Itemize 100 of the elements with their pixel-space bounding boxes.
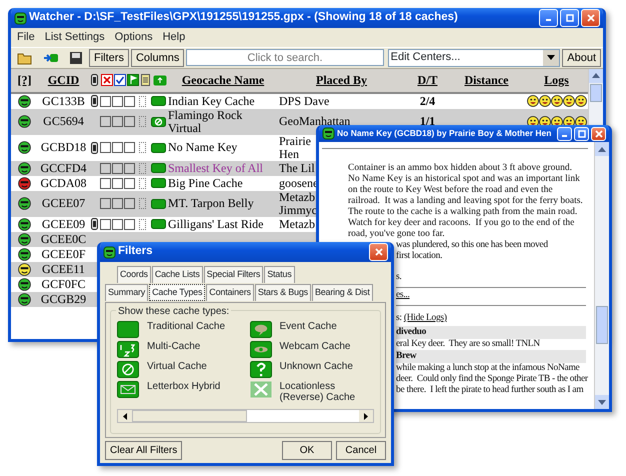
note-box[interactable]: [139, 198, 146, 209]
checkbox[interactable]: [100, 218, 111, 230]
cache-type-label[interactable]: Letterbox Hybrid: [147, 381, 220, 403]
checkbox[interactable]: [112, 198, 123, 209]
checkbox[interactable]: [100, 162, 111, 174]
about-button[interactable]: About: [562, 48, 601, 66]
checkbox[interactable]: [112, 116, 123, 127]
cache-type-label[interactable]: Virtual Cache: [147, 361, 207, 378]
scroll-thumb[interactable]: [596, 306, 608, 344]
checkbox[interactable]: [112, 178, 123, 188]
note-box[interactable]: [139, 116, 146, 127]
menu-item[interactable]: File: [17, 29, 35, 46]
cache-type-label[interactable]: Locationless (Reverse) Cache: [280, 381, 374, 403]
tab[interactable]: Stars & Bugs: [254, 284, 311, 301]
checkbox[interactable]: [100, 116, 111, 127]
menu-item[interactable]: Help: [162, 29, 186, 46]
cache-icon[interactable]: [152, 74, 166, 86]
tab[interactable]: Status: [264, 266, 295, 282]
cache-type-label[interactable]: Traditional Cache: [147, 321, 226, 338]
checkbox[interactable]: [124, 178, 135, 188]
note-box[interactable]: [139, 96, 146, 106]
checkbox[interactable]: [112, 162, 123, 174]
column-header[interactable]: Logs: [523, 71, 588, 89]
x-box-icon[interactable]: [100, 74, 112, 86]
scroll-thumb[interactable]: [132, 410, 247, 422]
checkbox[interactable]: [124, 162, 135, 174]
maximize-icon: [566, 14, 574, 22]
column-header[interactable]: Geocache Name: [168, 71, 278, 89]
checkbox[interactable]: [100, 198, 111, 209]
close-button[interactable]: [369, 243, 388, 261]
minimize-button[interactable]: [557, 126, 572, 140]
checkbox[interactable]: [124, 198, 135, 209]
scroll-thumb[interactable]: [590, 84, 602, 102]
note-box[interactable]: [139, 178, 146, 188]
cache-id: GCEE07: [40, 197, 86, 210]
dialog-button[interactable]: Clear All Filters: [105, 441, 182, 460]
link[interactable]: es...: [396, 290, 410, 300]
search-field[interactable]: Click to search.: [186, 49, 384, 66]
maximize-icon: [578, 130, 586, 138]
scroll-left-button[interactable]: [118, 410, 132, 422]
checkbox[interactable]: [112, 96, 123, 106]
check-box-icon[interactable]: [114, 74, 126, 86]
checkbox[interactable]: [124, 218, 135, 230]
tab[interactable]: Cache Lists: [152, 266, 203, 282]
checkbox[interactable]: [100, 178, 111, 188]
menu-item[interactable]: Options: [114, 29, 153, 46]
column-header[interactable]: Distance: [450, 71, 523, 89]
dialog-button[interactable]: Cancel: [336, 441, 386, 460]
scroll-up-button[interactable]: [595, 142, 609, 156]
checkbox[interactable]: [124, 116, 135, 127]
description-text: eral Key deer. They are so small! TNLN: [396, 339, 540, 350]
minimize-button[interactable]: [539, 9, 558, 27]
scroll-right-button[interactable]: [359, 410, 373, 422]
cache-type-label[interactable]: Unknown Cache: [280, 361, 353, 378]
menu-item[interactable]: List Settings: [44, 29, 105, 46]
column-header[interactable]: [?]: [11, 71, 38, 89]
scroll-down-button[interactable]: [595, 395, 609, 409]
column-header[interactable]: Placed By: [278, 71, 405, 89]
cache-type-icon: [151, 142, 166, 152]
tab[interactable]: Coords: [117, 266, 151, 282]
tab[interactable]: Special Filters: [204, 266, 264, 282]
cache-type-icon: [151, 163, 166, 173]
bug-icon[interactable]: [91, 74, 98, 86]
horizontal-scrollbar[interactable]: [117, 409, 374, 423]
tab[interactable]: Cache Types: [149, 284, 206, 301]
scroll-up-button[interactable]: [589, 68, 603, 82]
maximize-button[interactable]: [560, 9, 579, 27]
centers-dropdown[interactable]: Edit Centers...: [388, 48, 560, 66]
hide-logs-link[interactable]: (Hide Logs): [404, 313, 447, 323]
column-header[interactable]: D/T: [405, 71, 450, 89]
close-button[interactable]: [591, 126, 606, 140]
window-title: No Name Key (GCBD18) by Prairie Boy & Mother Hen: [337, 127, 552, 140]
checkbox[interactable]: [112, 142, 123, 153]
cache-type-label[interactable]: Event Cache: [280, 321, 337, 338]
toolbar-button[interactable]: Columns: [130, 48, 184, 66]
note-icon[interactable]: [140, 74, 150, 86]
placed-by: Metazb: [279, 218, 315, 230]
tab[interactable]: Summary: [105, 284, 148, 301]
maximize-button[interactable]: [574, 126, 589, 140]
note-box[interactable]: [139, 218, 146, 230]
tab[interactable]: Bearing & Dist: [312, 284, 373, 301]
description-text: be there. I left the pirate to head further south as I am: [396, 385, 584, 396]
note-box[interactable]: [139, 162, 146, 174]
close-button[interactable]: [581, 9, 600, 27]
checkbox[interactable]: [100, 142, 111, 153]
toolbar-button[interactable]: Filters: [89, 48, 129, 66]
dialog-button[interactable]: OK: [282, 441, 332, 460]
checkbox[interactable]: [124, 142, 135, 153]
checkbox[interactable]: [100, 96, 111, 106]
checkbox[interactable]: [112, 218, 123, 230]
checkbox[interactable]: [124, 96, 135, 106]
note-box[interactable]: [139, 142, 146, 153]
flag-icon[interactable]: [126, 74, 138, 86]
cache-type-label[interactable]: Multi-Cache: [147, 341, 200, 358]
placed-by: Prairie Hen: [279, 134, 311, 160]
tab[interactable]: Containers: [206, 284, 254, 301]
cache-type-label[interactable]: Webcam Cache: [280, 341, 350, 358]
status-face-icon: [18, 218, 31, 230]
dropdown-button[interactable]: [543, 50, 560, 66]
column-header[interactable]: GCID: [38, 71, 89, 89]
